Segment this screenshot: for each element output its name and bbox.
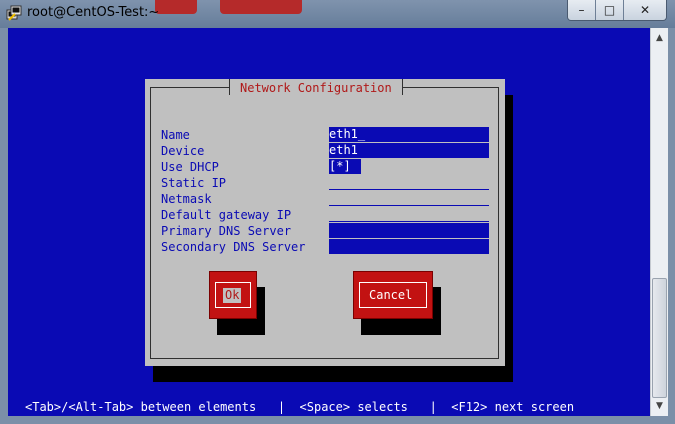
field-label-device: Device [161,144,205,158]
vertical-scrollbar[interactable]: ▲ ▼ [650,28,668,416]
window-controls: – □ ✕ [567,0,667,21]
keyboard-help-line: <Tab>/<Alt-Tab> between elements | <Spac… [25,400,575,414]
background-window-fragment [220,0,302,14]
field-label-primary-dns: Primary DNS Server [161,224,292,238]
ok-button-label: Ok [223,288,242,303]
putty-terminal-icon[interactable] [6,5,22,21]
default-gateway-input[interactable] [329,221,489,222]
close-icon: ✕ [639,3,651,17]
field-label-name: Name [161,128,190,142]
window-frame-bottom [0,416,675,424]
use-dhcp-checkbox[interactable]: [*] [329,159,361,174]
field-label-default-gateway: Default gateway IP [161,208,292,222]
cancel-button-label: Cancel [369,288,413,302]
field-label-static-ip: Static IP [161,176,227,190]
window-frame-right [667,28,675,424]
window-title: root@CentOS-Test:~ [27,5,160,20]
scrollbar-thumb[interactable] [652,278,667,398]
secondary-dns-input[interactable] [329,239,489,254]
close-button[interactable]: ✕ [623,0,666,20]
ok-button[interactable]: Ok [209,271,257,319]
maximize-button[interactable]: □ [595,0,623,20]
minimize-button[interactable]: – [568,0,595,20]
netmask-input[interactable] [329,205,489,206]
window-title-bar[interactable]: root@CentOS-Test:~ – □ ✕ [0,0,675,28]
primary-dns-input[interactable] [329,223,489,238]
maximize-icon: □ [603,3,616,17]
static-ip-input[interactable] [329,189,489,190]
name-input[interactable]: eth1_ [329,127,489,142]
window-frame-left [0,28,8,424]
dialog-title-box: Network Configuration [229,79,403,95]
minimize-icon: – [578,3,585,17]
scroll-down-arrow-icon[interactable]: ▼ [651,398,668,414]
field-label-netmask: Netmask [161,192,212,206]
field-label-use-dhcp: Use DHCP [161,160,219,174]
dialog-title: Network Configuration [240,81,392,95]
field-label-secondary-dns: Secondary DNS Server [161,240,306,254]
background-window-fragment [155,0,197,14]
cancel-button[interactable]: Cancel [353,271,433,319]
device-input[interactable]: eth1 [329,143,489,158]
scroll-up-arrow-icon[interactable]: ▲ [651,30,668,46]
